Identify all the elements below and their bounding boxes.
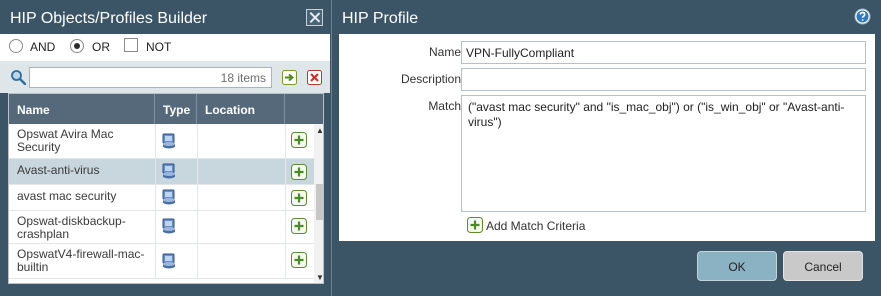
match-label: Match	[428, 99, 461, 113]
column-header-name[interactable]: Name	[9, 94, 155, 124]
hip-objects-builder-panel: HIP Objects/Profiles Builder AND OR NOT …	[0, 0, 330, 296]
description-field[interactable]	[461, 68, 866, 91]
dialog-title: HIP Profile	[342, 10, 419, 27]
table-scrollbar[interactable]: ▲ ▼	[314, 124, 323, 283]
row-name: OpswatV4-firewall-mac-builtin	[17, 247, 145, 274]
and-radio[interactable]	[9, 39, 23, 53]
scroll-up-arrow-icon[interactable]: ▲	[316, 126, 323, 135]
table-row[interactable]: Opswat-diskbackup-crashplan	[9, 211, 314, 244]
column-header-actions	[285, 94, 323, 124]
not-checkbox[interactable]	[124, 38, 138, 52]
description-label: Description	[400, 72, 461, 86]
ok-button[interactable]: OK	[697, 251, 777, 281]
not-label: NOT	[146, 40, 172, 54]
add-icon[interactable]	[291, 132, 307, 148]
name-field[interactable]: VPN-FullyCompliant	[461, 41, 866, 64]
panel-title: HIP Objects/Profiles Builder	[10, 10, 208, 27]
table-body: Opswat Avira Mac Security Avast-anti-vir…	[9, 124, 314, 283]
dialog-body: Name VPN-FullyCompliant Description Matc…	[339, 34, 875, 241]
search-icon	[11, 70, 26, 85]
row-name: Avast-anti-virus	[17, 163, 100, 177]
apply-filter-icon[interactable]	[282, 70, 297, 85]
scroll-down-arrow-icon[interactable]: ▼	[316, 273, 323, 282]
logic-options: AND OR NOT	[0, 34, 330, 61]
row-name: avast mac security	[17, 189, 117, 203]
help-icon[interactable]	[854, 8, 871, 25]
table-row[interactable]: Opswat Avira Mac Security	[9, 124, 314, 159]
table-row[interactable]: OpswatV4-firewall-mac-builtin	[9, 244, 314, 279]
hip-objects-table: Name Type Location Opswat Avira Mac Secu…	[8, 93, 324, 284]
hip-profile-dialog: HIP Profile Name VPN-FullyCompliant Desc…	[331, 0, 881, 296]
close-icon[interactable]	[306, 9, 323, 26]
match-field[interactable]: ("avast mac security" and "is_mac_obj") …	[461, 95, 866, 212]
cancel-button[interactable]: Cancel	[783, 251, 863, 281]
and-label: AND	[30, 40, 56, 54]
column-header-type[interactable]: Type	[155, 94, 197, 124]
clear-filter-icon[interactable]	[307, 70, 322, 85]
hip-object-icon	[162, 218, 175, 234]
table-header: Name Type Location	[9, 94, 323, 124]
search-input[interactable]: 18 items	[29, 67, 272, 88]
table-row[interactable]: Avast-anti-virus	[9, 159, 314, 185]
row-name: Opswat Avira Mac Security	[17, 127, 114, 154]
row-name: Opswat-diskbackup-crashplan	[17, 214, 126, 241]
dialog-footer: OK Cancel	[332, 241, 881, 296]
add-match-criteria-label: Add Match Criteria	[486, 219, 586, 233]
table-row[interactable]: avast mac security	[9, 185, 314, 211]
add-icon	[467, 217, 483, 233]
hip-object-icon	[162, 133, 175, 149]
hip-object-icon	[162, 163, 175, 179]
add-icon[interactable]	[291, 190, 307, 206]
item-count: 18 items	[220, 71, 266, 85]
add-icon[interactable]	[291, 218, 307, 234]
column-header-location[interactable]: Location	[197, 94, 285, 124]
add-icon[interactable]	[291, 164, 307, 180]
scroll-thumb[interactable]	[316, 184, 323, 220]
name-label: Name	[428, 45, 461, 59]
or-radio[interactable]	[70, 39, 84, 53]
hip-object-icon	[162, 253, 175, 269]
hip-object-icon	[162, 189, 175, 205]
search-row: 18 items	[0, 61, 330, 93]
or-label: OR	[92, 40, 110, 54]
add-icon[interactable]	[291, 252, 307, 268]
